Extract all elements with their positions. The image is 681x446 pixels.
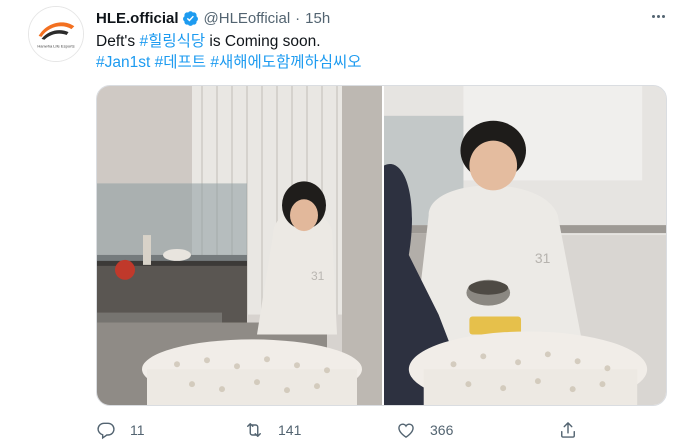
tweet-header: HLE.official @HLEofficial · 15h [96, 7, 330, 29]
like-icon [398, 423, 414, 438]
more-icon[interactable] [646, 7, 670, 25]
like-button[interactable]: 366 [396, 417, 453, 443]
text-suffix: is Coming soon. [205, 33, 321, 50]
photo-right[interactable]: 31 [384, 86, 666, 405]
tweet-text-line1: Deft's #힐링식당 is Coming soon. [96, 32, 321, 52]
photo-left-image: 31 [97, 86, 382, 405]
reply-icon [97, 422, 115, 440]
text-prefix: Deft's [96, 33, 140, 50]
timestamp[interactable]: 15h [305, 10, 330, 27]
hoodie-print: 31 [535, 250, 551, 266]
reply-count: 11 [130, 422, 145, 438]
hashtag-link[interactable]: #데프트 [155, 54, 206, 71]
media-grid: 31 31 [96, 85, 667, 406]
tweet[interactable]: Hanwha Life Esports HLE.official @HLEoff… [0, 0, 681, 446]
svg-text:Hanwha Life Esports: Hanwha Life Esports [37, 44, 74, 49]
retweet-icon [247, 423, 261, 437]
avatar[interactable]: Hanwha Life Esports [28, 6, 84, 62]
hle-logo: Hanwha Life Esports [29, 7, 83, 61]
like-count: 366 [430, 422, 454, 438]
reply-button[interactable]: 11 [96, 417, 145, 443]
display-name[interactable]: HLE.official [96, 10, 179, 27]
verified-badge-icon [182, 10, 198, 26]
action-bar: 11 141 366 [96, 417, 616, 443]
retweet-button[interactable]: 141 [244, 417, 301, 443]
hoodie-print: 31 [311, 269, 325, 283]
tweet-text-line2: #Jan1st #데프트 #새해에도함께하심씨오 [96, 53, 362, 73]
hashtag-link[interactable]: #Jan1st [96, 54, 150, 71]
share-button[interactable] [558, 417, 578, 443]
photo-left[interactable]: 31 [97, 86, 382, 405]
separator-dot: · [295, 9, 301, 27]
photo-right-image: 31 [384, 86, 666, 405]
retweet-count: 141 [278, 422, 302, 438]
handle[interactable]: @HLEofficial [204, 10, 291, 27]
share-icon [561, 422, 575, 438]
hashtag-link[interactable]: #새해에도함께하심씨오 [210, 54, 361, 71]
hashtag-link[interactable]: #힐링식당 [139, 33, 205, 50]
